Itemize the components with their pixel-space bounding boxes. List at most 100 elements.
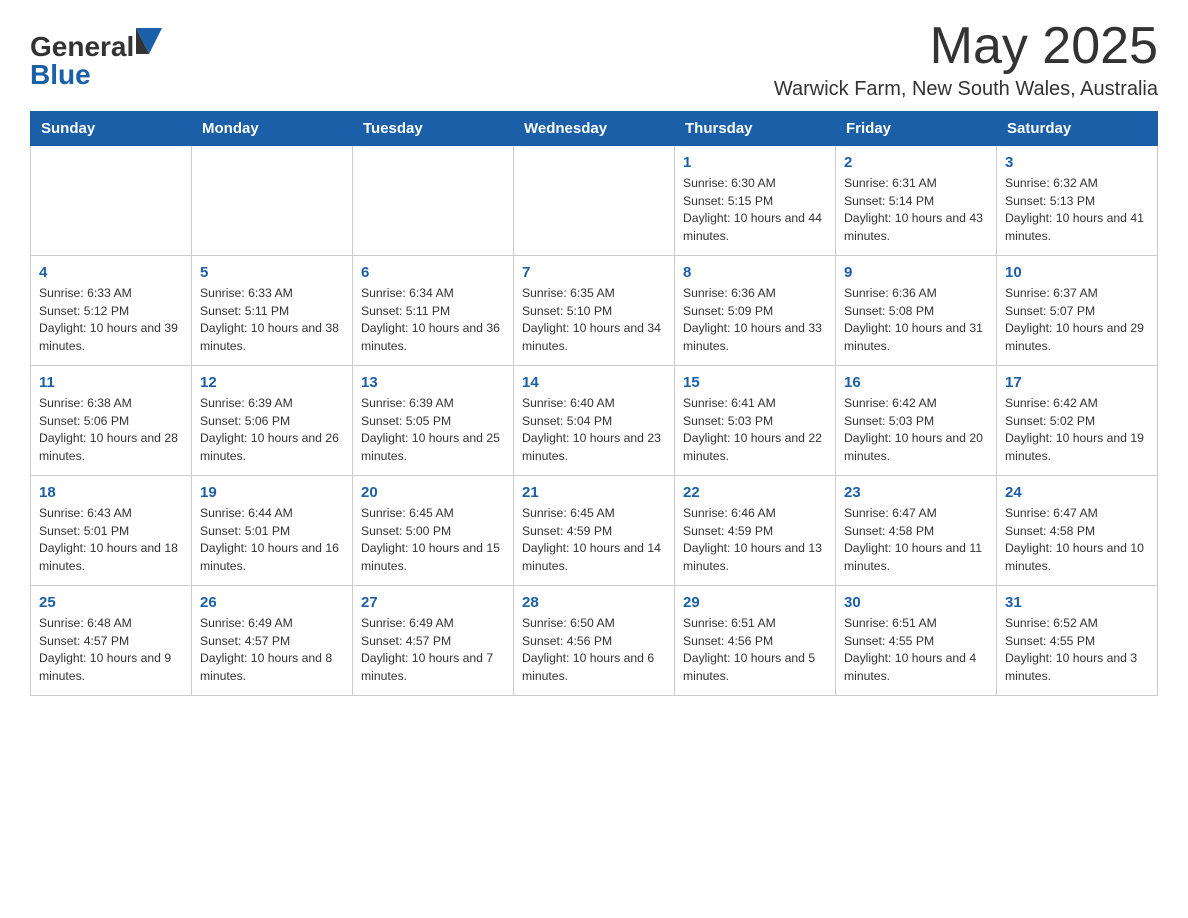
day-number: 14 bbox=[522, 372, 666, 393]
day-number: 20 bbox=[361, 482, 505, 503]
calendar-cell: 8Sunrise: 6:36 AMSunset: 5:09 PMDaylight… bbox=[675, 256, 836, 366]
day-number: 3 bbox=[1005, 152, 1149, 173]
calendar-cell: 6Sunrise: 6:34 AMSunset: 5:11 PMDaylight… bbox=[353, 256, 514, 366]
day-info: Sunrise: 6:30 AMSunset: 5:15 PMDaylight:… bbox=[683, 175, 827, 246]
day-number: 26 bbox=[200, 592, 344, 613]
day-info: Sunrise: 6:52 AMSunset: 4:55 PMDaylight:… bbox=[1005, 615, 1149, 686]
day-number: 8 bbox=[683, 262, 827, 283]
day-info: Sunrise: 6:35 AMSunset: 5:10 PMDaylight:… bbox=[522, 285, 666, 356]
calendar-cell: 24Sunrise: 6:47 AMSunset: 4:58 PMDayligh… bbox=[997, 476, 1158, 586]
day-info: Sunrise: 6:47 AMSunset: 4:58 PMDaylight:… bbox=[844, 505, 988, 576]
calendar-cell: 19Sunrise: 6:44 AMSunset: 5:01 PMDayligh… bbox=[192, 476, 353, 586]
day-number: 4 bbox=[39, 262, 183, 283]
calendar-cell: 17Sunrise: 6:42 AMSunset: 5:02 PMDayligh… bbox=[997, 366, 1158, 476]
calendar-cell: 9Sunrise: 6:36 AMSunset: 5:08 PMDaylight… bbox=[836, 256, 997, 366]
day-number: 24 bbox=[1005, 482, 1149, 503]
calendar-cell: 11Sunrise: 6:38 AMSunset: 5:06 PMDayligh… bbox=[31, 366, 192, 476]
day-info: Sunrise: 6:34 AMSunset: 5:11 PMDaylight:… bbox=[361, 285, 505, 356]
day-info: Sunrise: 6:51 AMSunset: 4:56 PMDaylight:… bbox=[683, 615, 827, 686]
calendar-cell: 15Sunrise: 6:41 AMSunset: 5:03 PMDayligh… bbox=[675, 366, 836, 476]
day-number: 16 bbox=[844, 372, 988, 393]
calendar-cell: 26Sunrise: 6:49 AMSunset: 4:57 PMDayligh… bbox=[192, 586, 353, 696]
calendar-cell: 13Sunrise: 6:39 AMSunset: 5:05 PMDayligh… bbox=[353, 366, 514, 476]
col-monday: Monday bbox=[192, 112, 353, 146]
calendar-cell: 22Sunrise: 6:46 AMSunset: 4:59 PMDayligh… bbox=[675, 476, 836, 586]
day-info: Sunrise: 6:49 AMSunset: 4:57 PMDaylight:… bbox=[200, 615, 344, 686]
day-number: 27 bbox=[361, 592, 505, 613]
day-info: Sunrise: 6:33 AMSunset: 5:12 PMDaylight:… bbox=[39, 285, 183, 356]
day-number: 1 bbox=[683, 152, 827, 173]
location-title: Warwick Farm, New South Wales, Australia bbox=[774, 78, 1158, 101]
day-number: 22 bbox=[683, 482, 827, 503]
day-info: Sunrise: 6:41 AMSunset: 5:03 PMDaylight:… bbox=[683, 395, 827, 466]
day-info: Sunrise: 6:45 AMSunset: 5:00 PMDaylight:… bbox=[361, 505, 505, 576]
day-info: Sunrise: 6:36 AMSunset: 5:09 PMDaylight:… bbox=[683, 285, 827, 356]
col-friday: Friday bbox=[836, 112, 997, 146]
calendar-cell bbox=[192, 146, 353, 256]
calendar-cell: 10Sunrise: 6:37 AMSunset: 5:07 PMDayligh… bbox=[997, 256, 1158, 366]
calendar-cell: 31Sunrise: 6:52 AMSunset: 4:55 PMDayligh… bbox=[997, 586, 1158, 696]
calendar-cell bbox=[31, 146, 192, 256]
day-number: 10 bbox=[1005, 262, 1149, 283]
day-info: Sunrise: 6:47 AMSunset: 4:58 PMDaylight:… bbox=[1005, 505, 1149, 576]
calendar-cell: 3Sunrise: 6:32 AMSunset: 5:13 PMDaylight… bbox=[997, 146, 1158, 256]
week-row-3: 11Sunrise: 6:38 AMSunset: 5:06 PMDayligh… bbox=[31, 366, 1158, 476]
day-number: 31 bbox=[1005, 592, 1149, 613]
day-number: 13 bbox=[361, 372, 505, 393]
day-info: Sunrise: 6:44 AMSunset: 5:01 PMDaylight:… bbox=[200, 505, 344, 576]
calendar-cell: 12Sunrise: 6:39 AMSunset: 5:06 PMDayligh… bbox=[192, 366, 353, 476]
calendar-cell: 25Sunrise: 6:48 AMSunset: 4:57 PMDayligh… bbox=[31, 586, 192, 696]
day-info: Sunrise: 6:33 AMSunset: 5:11 PMDaylight:… bbox=[200, 285, 344, 356]
col-wednesday: Wednesday bbox=[514, 112, 675, 146]
day-info: Sunrise: 6:32 AMSunset: 5:13 PMDaylight:… bbox=[1005, 175, 1149, 246]
day-info: Sunrise: 6:38 AMSunset: 5:06 PMDaylight:… bbox=[39, 395, 183, 466]
calendar-cell bbox=[514, 146, 675, 256]
day-number: 29 bbox=[683, 592, 827, 613]
calendar-header-row: Sunday Monday Tuesday Wednesday Thursday… bbox=[31, 112, 1158, 146]
day-number: 2 bbox=[844, 152, 988, 173]
day-info: Sunrise: 6:46 AMSunset: 4:59 PMDaylight:… bbox=[683, 505, 827, 576]
day-info: Sunrise: 6:42 AMSunset: 5:03 PMDaylight:… bbox=[844, 395, 988, 466]
col-saturday: Saturday bbox=[997, 112, 1158, 146]
day-info: Sunrise: 6:50 AMSunset: 4:56 PMDaylight:… bbox=[522, 615, 666, 686]
calendar-cell bbox=[353, 146, 514, 256]
calendar-cell: 16Sunrise: 6:42 AMSunset: 5:03 PMDayligh… bbox=[836, 366, 997, 476]
day-number: 15 bbox=[683, 372, 827, 393]
calendar-cell: 23Sunrise: 6:47 AMSunset: 4:58 PMDayligh… bbox=[836, 476, 997, 586]
week-row-5: 25Sunrise: 6:48 AMSunset: 4:57 PMDayligh… bbox=[31, 586, 1158, 696]
day-number: 12 bbox=[200, 372, 344, 393]
week-row-4: 18Sunrise: 6:43 AMSunset: 5:01 PMDayligh… bbox=[31, 476, 1158, 586]
week-row-1: 1Sunrise: 6:30 AMSunset: 5:15 PMDaylight… bbox=[31, 146, 1158, 256]
month-title: May 2025 bbox=[774, 20, 1158, 72]
day-info: Sunrise: 6:51 AMSunset: 4:55 PMDaylight:… bbox=[844, 615, 988, 686]
day-info: Sunrise: 6:31 AMSunset: 5:14 PMDaylight:… bbox=[844, 175, 988, 246]
col-sunday: Sunday bbox=[31, 112, 192, 146]
day-number: 11 bbox=[39, 372, 183, 393]
col-tuesday: Tuesday bbox=[353, 112, 514, 146]
day-number: 28 bbox=[522, 592, 666, 613]
day-info: Sunrise: 6:39 AMSunset: 5:05 PMDaylight:… bbox=[361, 395, 505, 466]
col-thursday: Thursday bbox=[675, 112, 836, 146]
logo: General Blue bbox=[30, 30, 162, 89]
day-number: 30 bbox=[844, 592, 988, 613]
day-number: 9 bbox=[844, 262, 988, 283]
day-info: Sunrise: 6:43 AMSunset: 5:01 PMDaylight:… bbox=[39, 505, 183, 576]
logo-general-text: General bbox=[30, 31, 134, 62]
day-info: Sunrise: 6:40 AMSunset: 5:04 PMDaylight:… bbox=[522, 395, 666, 466]
day-info: Sunrise: 6:39 AMSunset: 5:06 PMDaylight:… bbox=[200, 395, 344, 466]
day-info: Sunrise: 6:37 AMSunset: 5:07 PMDaylight:… bbox=[1005, 285, 1149, 356]
logo-blue-text: Blue bbox=[30, 59, 91, 90]
day-info: Sunrise: 6:42 AMSunset: 5:02 PMDaylight:… bbox=[1005, 395, 1149, 466]
day-number: 25 bbox=[39, 592, 183, 613]
title-section: May 2025 Warwick Farm, New South Wales, … bbox=[774, 20, 1158, 101]
day-number: 23 bbox=[844, 482, 988, 503]
day-number: 19 bbox=[200, 482, 344, 503]
page-header: General Blue May 2025 Warwick Farm, New … bbox=[30, 20, 1158, 101]
calendar-cell: 1Sunrise: 6:30 AMSunset: 5:15 PMDaylight… bbox=[675, 146, 836, 256]
calendar-cell: 21Sunrise: 6:45 AMSunset: 4:59 PMDayligh… bbox=[514, 476, 675, 586]
day-number: 21 bbox=[522, 482, 666, 503]
calendar-cell: 20Sunrise: 6:45 AMSunset: 5:00 PMDayligh… bbox=[353, 476, 514, 586]
calendar-cell: 4Sunrise: 6:33 AMSunset: 5:12 PMDaylight… bbox=[31, 256, 192, 366]
calendar-cell: 30Sunrise: 6:51 AMSunset: 4:55 PMDayligh… bbox=[836, 586, 997, 696]
calendar-cell: 14Sunrise: 6:40 AMSunset: 5:04 PMDayligh… bbox=[514, 366, 675, 476]
